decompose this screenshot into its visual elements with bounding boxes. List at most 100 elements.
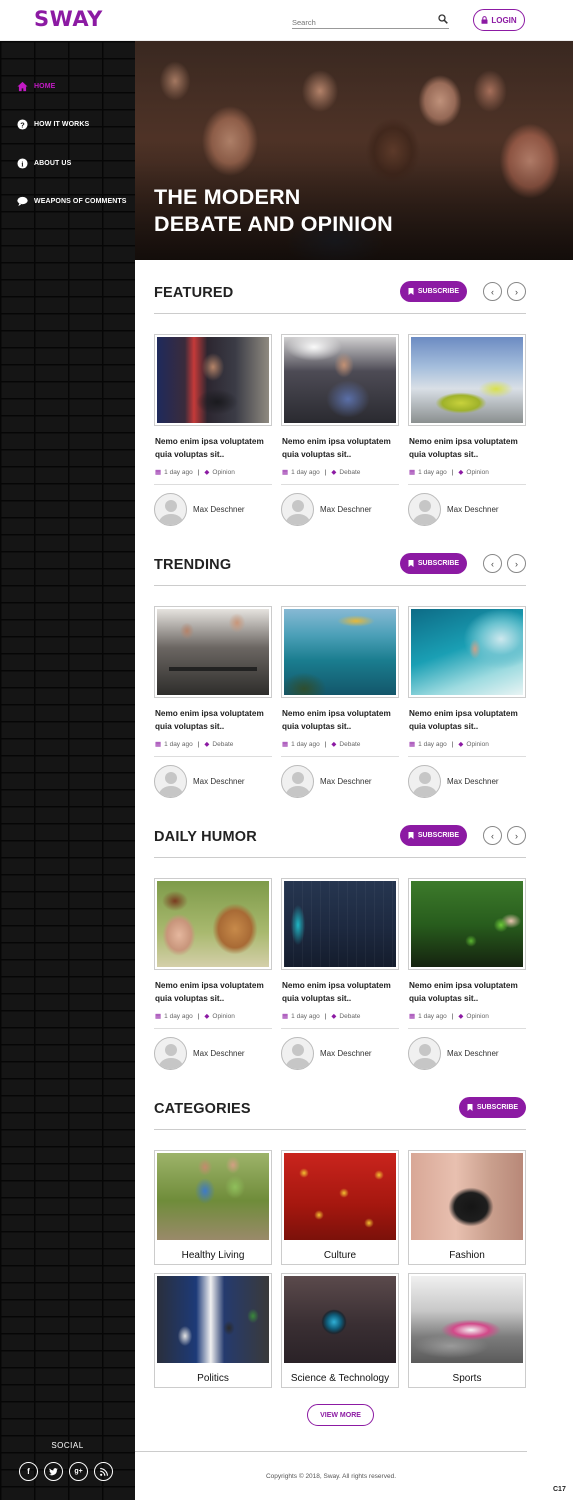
bookmark-icon [408,832,414,839]
author[interactable]: Max Deschner [154,493,245,526]
prev-arrow-icon[interactable]: ‹ [483,282,502,301]
next-arrow-icon[interactable]: › [507,826,526,845]
category-card[interactable]: Culture [281,1150,399,1265]
avatar [154,493,187,526]
article-card[interactable]: Nemo enim ipsa voluptatem quia voluptas s… [281,334,399,528]
article-time: 1 day ago [418,1012,447,1020]
article-image[interactable] [408,606,526,698]
author-name: Max Deschner [447,777,499,786]
article-tag[interactable]: Debate [212,741,233,748]
article-card[interactable]: Nemo enim ipsa voluptatem quia voluptas s… [281,606,399,800]
sidebar-item-how-it-works[interactable]: ? HOW IT WORKS [17,118,127,132]
search-icon[interactable] [438,14,448,24]
article-card[interactable]: Nemo enim ipsa voluptatem quia voluptas s… [408,606,526,800]
prev-arrow-icon[interactable]: ‹ [483,554,502,573]
article-image[interactable] [281,878,399,970]
author[interactable]: Max Deschner [408,1037,499,1070]
tag-icon: ◆ [331,741,337,748]
article-title[interactable]: Nemo enim ipsa voluptatem quia voluptas s… [155,979,273,1005]
subscribe-button[interactable]: SUBSCRIBE [400,281,467,302]
login-label: LOGIN [491,15,517,25]
article-image[interactable] [154,878,272,970]
article-card[interactable]: Nemo enim ipsa voluptatem quia voluptas s… [408,334,526,528]
facebook-icon[interactable]: f [19,1462,38,1481]
article-image[interactable] [154,606,272,698]
article-card[interactable]: Nemo enim ipsa voluptatem quia voluptas s… [154,606,272,800]
article-image[interactable] [154,334,272,426]
article-meta: ▦ 1 day ago | ◆ Debate [282,1012,361,1021]
author[interactable]: Max Deschner [281,1037,372,1070]
article-card[interactable]: Nemo enim ipsa voluptatem quia voluptas s… [408,878,526,1072]
subscribe-button[interactable]: SUBSCRIBE [400,553,467,574]
article-title[interactable]: Nemo enim ipsa voluptatem quia voluptas s… [409,979,527,1005]
category-image [157,1276,269,1363]
article-tag[interactable]: Debate [339,469,360,476]
article-title[interactable]: Nemo enim ipsa voluptatem quia voluptas s… [155,435,273,461]
author[interactable]: Max Deschner [408,493,499,526]
subscribe-label: SUBSCRIBE [417,288,460,295]
article-title[interactable]: Nemo enim ipsa voluptatem quia voluptas s… [155,707,273,733]
category-card[interactable]: Fashion [408,1150,526,1265]
author[interactable]: Max Deschner [408,765,499,798]
subscribe-button[interactable]: SUBSCRIBE [459,1097,526,1118]
twitter-icon[interactable] [44,1462,63,1481]
article-tag[interactable]: Debate [339,1013,360,1020]
calendar-icon: ▦ [282,469,289,476]
article-image[interactable] [281,334,399,426]
sidebar-nav: HOME ? HOW IT WORKS i ABOUT US WEAPONS O… [17,79,127,233]
article-image[interactable] [408,334,526,426]
sidebar-item-weapons-of-comments[interactable]: WEAPONS OF COMMENTS [17,195,127,209]
article-tag[interactable]: Opinion [212,469,234,476]
article-title[interactable]: Nemo enim ipsa voluptatem quia voluptas s… [282,707,400,733]
sidebar-item-home[interactable]: HOME [17,79,127,93]
article-meta: ▦ 1 day ago | ◆ Opinion [155,468,235,477]
article-meta: ▦ 1 day ago | ◆ Opinion [409,740,489,749]
tag-icon: ◆ [331,469,337,476]
section-header: FEATURED SUBSCRIBE ‹ › [154,281,526,314]
next-arrow-icon[interactable]: › [507,282,526,301]
logo[interactable]: SWAY [34,7,103,31]
author[interactable]: Max Deschner [154,765,245,798]
article-card[interactable]: Nemo enim ipsa voluptatem quia voluptas s… [154,334,272,528]
prev-arrow-icon[interactable]: ‹ [483,826,502,845]
article-card[interactable]: Nemo enim ipsa voluptatem quia voluptas s… [281,878,399,1072]
article-title[interactable]: Nemo enim ipsa voluptatem quia voluptas s… [409,435,527,461]
article-title[interactable]: Nemo enim ipsa voluptatem quia voluptas s… [409,707,527,733]
sidebar [0,41,135,1500]
article-tag[interactable]: Opinion [212,1013,234,1020]
avatar [281,1037,314,1070]
tag-icon: ◆ [331,1013,337,1020]
article-tag[interactable]: Opinion [466,469,488,476]
author[interactable]: Max Deschner [154,1037,245,1070]
author[interactable]: Max Deschner [281,765,372,798]
next-arrow-icon[interactable]: › [507,554,526,573]
view-more-button[interactable]: VIEW MORE [307,1404,374,1426]
category-card[interactable]: Healthy Living [154,1150,272,1265]
subscribe-label: SUBSCRIBE [476,1104,519,1111]
category-card[interactable]: Sports [408,1273,526,1388]
author[interactable]: Max Deschner [281,493,372,526]
article-tag[interactable]: Opinion [466,1013,488,1020]
tag-icon: ◆ [204,1013,210,1020]
category-name: Healthy Living [181,1250,245,1261]
google-plus-icon[interactable]: g+ [69,1462,88,1481]
article-image[interactable] [408,878,526,970]
login-button[interactable]: LOGIN [473,9,525,31]
avatar [408,765,441,798]
article-title[interactable]: Nemo enim ipsa voluptatem quia voluptas s… [282,435,400,461]
article-title[interactable]: Nemo enim ipsa voluptatem quia voluptas s… [282,979,400,1005]
article-time: 1 day ago [164,468,193,476]
rss-icon[interactable] [94,1462,113,1481]
article-image[interactable] [281,606,399,698]
divider [154,484,272,485]
hero-title: THE MODERN DEBATE AND OPINION [154,184,393,238]
article-tag[interactable]: Debate [339,741,360,748]
author-name: Max Deschner [447,505,499,514]
article-tag[interactable]: Opinion [466,741,488,748]
article-card[interactable]: Nemo enim ipsa voluptatem quia voluptas s… [154,878,272,1072]
subscribe-button[interactable]: SUBSCRIBE [400,825,467,846]
search-input[interactable] [292,15,427,30]
sidebar-item-about-us[interactable]: i ABOUT US [17,156,127,170]
category-card[interactable]: Politics [154,1273,272,1388]
category-card[interactable]: Science & Technology [281,1273,399,1388]
